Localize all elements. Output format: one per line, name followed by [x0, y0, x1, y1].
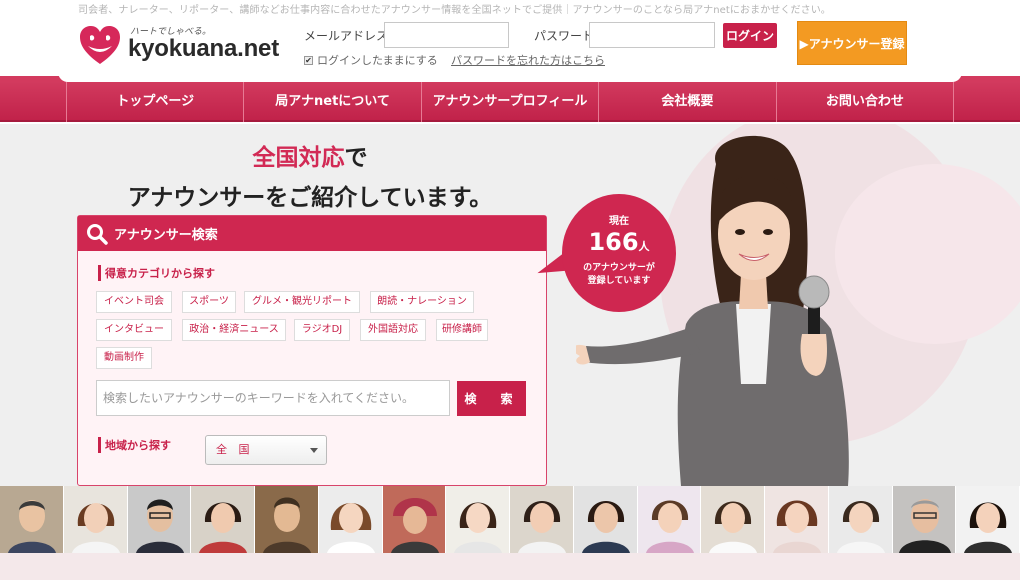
- search-panel-title: アナウンサー検索: [114, 228, 218, 243]
- hero-headline: 全国対応で アナウンサーをご紹介しています。: [110, 138, 510, 212]
- footer-band: [0, 553, 1020, 580]
- announcer-thumbnail[interactable]: [573, 486, 638, 553]
- search-panel-header: アナウンサー検索: [78, 216, 546, 251]
- announcer-register-button[interactable]: ▶アナウンサー登録: [797, 21, 907, 65]
- chevron-down-icon: [310, 448, 318, 453]
- search-icon: [87, 223, 108, 245]
- remember-login-checkbox[interactable]: ✔ ログインしたままにする: [304, 52, 438, 68]
- email-label: メールアドレス: [304, 29, 389, 43]
- category-tag[interactable]: 研修講師: [436, 319, 488, 341]
- logo-wordmark: kyokuana.net: [128, 35, 279, 62]
- announcer-thumbnail[interactable]: [956, 486, 1020, 553]
- announcer-thumbnail[interactable]: [382, 486, 447, 553]
- category-section-label: 得意カテゴリから探す: [98, 265, 215, 281]
- forgot-password-link[interactable]: パスワードを忘れた方はこちら: [451, 52, 605, 68]
- category-tag[interactable]: インタビュー: [96, 319, 172, 341]
- category-tag[interactable]: ラジオDJ: [294, 319, 350, 341]
- category-tag[interactable]: 動画制作: [96, 347, 152, 369]
- keyword-search-input[interactable]: [96, 380, 450, 416]
- nav-item-about[interactable]: 局アナnetについて: [243, 82, 420, 122]
- announcer-thumbnail[interactable]: [191, 486, 255, 553]
- announcer-thumbnail[interactable]: [63, 486, 128, 553]
- password-field[interactable]: [589, 22, 715, 48]
- header-bottom-cap: [58, 72, 962, 82]
- hero-section: 全国対応で アナウンサーをご紹介しています。 アナウンサー検索 得意カテゴリから…: [0, 124, 1020, 486]
- site-tagline: 司会者、ナレーター、リポーター、講師などお仕事内容に合わせたアナウンサー情報を全…: [78, 5, 831, 16]
- announcer-thumbnail[interactable]: [701, 486, 765, 553]
- announcer-thumbnail[interactable]: [637, 486, 702, 553]
- announcer-photo-strip: [0, 486, 1020, 553]
- nav-item-profiles[interactable]: アナウンサープロフィール: [420, 82, 598, 122]
- announcer-thumbnail[interactable]: [510, 486, 574, 553]
- search-button[interactable]: 検 索: [457, 381, 526, 416]
- password-label: パスワード: [534, 29, 595, 43]
- heart-logo-icon: [80, 26, 120, 64]
- region-select-value: 全 国: [216, 443, 254, 456]
- headline-suffix: で: [344, 145, 368, 171]
- announcer-thumbnail[interactable]: [828, 486, 893, 553]
- announcer-search-panel: アナウンサー検索 得意カテゴリから探す イベント司会 スポーツ グルメ・観光リポ…: [77, 215, 547, 486]
- headline-accent: 全国対応: [252, 145, 345, 171]
- category-tag[interactable]: スポーツ: [182, 291, 236, 313]
- nav-item-company[interactable]: 会社概要: [598, 82, 775, 122]
- nav-item-contact[interactable]: お問い合わせ: [775, 82, 955, 122]
- announcer-thumbnail[interactable]: [318, 486, 383, 553]
- announcer-thumbnail[interactable]: [127, 486, 192, 553]
- login-button[interactable]: ログイン: [723, 23, 777, 48]
- category-tag[interactable]: 政治・経済ニュース: [182, 319, 286, 341]
- category-tag[interactable]: イベント司会: [96, 291, 172, 313]
- category-tag[interactable]: グルメ・観光リポート: [244, 291, 360, 313]
- main-nav: トップページ 局アナnetについて アナウンサープロフィール 会社概要 お問い合…: [0, 82, 1020, 122]
- announcer-thumbnail[interactable]: [765, 486, 829, 553]
- announcer-woman-image: [576, 135, 849, 486]
- remember-login-label: ログインしたままにする: [317, 54, 438, 67]
- region-select[interactable]: 全 国: [205, 435, 327, 465]
- site-logo[interactable]: ハートでしゃべる。 kyokuana.net: [78, 18, 293, 68]
- checkbox-check-icon[interactable]: ✔: [304, 55, 313, 65]
- email-field[interactable]: [384, 22, 509, 48]
- region-section-label: 地域から探す: [98, 437, 171, 453]
- announcer-thumbnail[interactable]: [446, 486, 510, 553]
- headline-line2: アナウンサーをご紹介しています。: [127, 185, 493, 211]
- nav-item-top[interactable]: トップページ: [66, 82, 243, 122]
- announcer-thumbnail[interactable]: [255, 486, 319, 553]
- category-tag[interactable]: 朗読・ナレーション: [370, 291, 474, 313]
- announcer-thumbnail[interactable]: [892, 486, 957, 553]
- announcer-thumbnail[interactable]: [0, 486, 64, 553]
- category-tag[interactable]: 外国語対応: [360, 319, 426, 341]
